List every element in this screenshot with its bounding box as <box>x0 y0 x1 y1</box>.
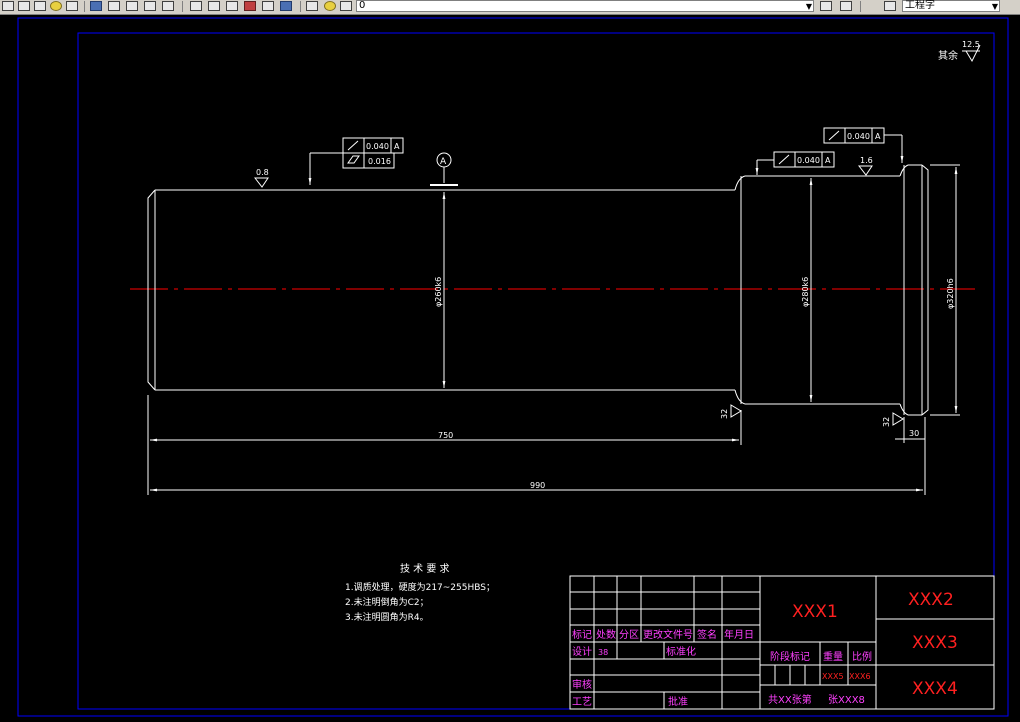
markup-icon[interactable] <box>244 0 256 12</box>
roughness-other: 其余 12.5 <box>938 40 981 63</box>
outer-frame <box>17 17 1009 717</box>
chevron-down-icon[interactable]: ▼ <box>992 2 998 12</box>
layer-previous-icon[interactable] <box>340 0 352 12</box>
layer-combo[interactable]: 0 ▼ <box>356 0 814 12</box>
roughness-left-value: 0.8 <box>256 168 269 177</box>
len-750-label: 750 <box>438 431 453 440</box>
zoom-realtime-icon[interactable] <box>126 0 138 12</box>
tb-design-val: 38 <box>598 648 608 657</box>
tech-line-1: 1.调质处理，硬度为217~255HBS； <box>345 581 495 593</box>
tb-check: 审核 <box>572 678 592 691</box>
tb-process: 工艺 <box>572 696 592 708</box>
tb-h-mark: 标记 <box>572 629 592 641</box>
cad-toolbar: 0 ▼ 工程字 ▼ <box>0 0 1020 15</box>
zoom-window-icon[interactable] <box>144 0 156 12</box>
tb-xxx6: XXX6 <box>849 672 871 681</box>
zoom-previous-icon[interactable] <box>162 0 174 12</box>
match-properties-icon[interactable] <box>2 0 14 12</box>
len-990-label: 990 <box>530 481 545 490</box>
dia-left-label: φ260k6 <box>434 277 443 307</box>
paste-icon[interactable] <box>34 0 46 12</box>
toolbar-separator <box>84 1 85 12</box>
tb-sheets: 共XX张第 <box>768 693 812 706</box>
fcf-mid: 0.040 A <box>755 151 835 175</box>
tol-mid-runout-datum: A <box>825 156 831 165</box>
tb-weight: 重量 <box>823 650 843 663</box>
tb-xxx3: XXX3 <box>912 633 958 653</box>
layer-manager-icon[interactable] <box>306 0 318 12</box>
tb-h-date: 年月日 <box>724 628 754 641</box>
tb-xxx2: XXX2 <box>908 590 954 610</box>
tb-h-zone: 分区 <box>619 629 639 641</box>
tb-h-sign: 签名 <box>697 628 717 641</box>
roughness-left: 0.8 <box>253 168 269 188</box>
tb-xxx1: XXX1 <box>792 602 838 622</box>
toolbar-separator <box>300 1 301 12</box>
tb-scale: 比例 <box>852 650 872 663</box>
tb-xxx4: XXX4 <box>912 679 958 699</box>
tol-mid-runout: 0.040 <box>797 156 820 165</box>
roughness-32-a-value: 32 <box>720 409 729 419</box>
dim-style-icon[interactable] <box>884 0 896 12</box>
tb-h-doc: 更改文件号 <box>643 628 693 641</box>
roughness-other-value: 12.5 <box>962 40 980 49</box>
tb-std: 标准化 <box>666 645 696 658</box>
text-style-value: 工程字 <box>905 0 935 11</box>
roughness-32-a: 32 <box>720 404 742 419</box>
redo-icon[interactable] <box>90 0 102 12</box>
roughness-32-b-value: 32 <box>882 417 891 427</box>
tb-approve: 批准 <box>668 695 688 708</box>
tech-line-3: 3.未注明圆角为R4。 <box>345 611 429 623</box>
fcf-left: 0.040 A 0.016 <box>308 137 404 185</box>
calculator-icon[interactable] <box>262 0 274 12</box>
tb-stage: 阶段标记 <box>770 650 810 663</box>
properties-icon[interactable] <box>190 0 202 12</box>
toolbar-separator <box>860 1 861 12</box>
roughness-right-value: 1.6 <box>860 156 873 165</box>
tol-right-runout: 0.040 <box>847 132 870 141</box>
brush-icon[interactable] <box>50 0 62 12</box>
tech-title: 技 术 要 求 <box>400 562 450 575</box>
tol-left-cyl: 0.016 <box>368 157 391 166</box>
layer-tools-icon[interactable] <box>820 0 832 12</box>
pan-icon[interactable] <box>108 0 120 12</box>
dim-dia-right: φ320h6 <box>930 164 960 416</box>
tb-xxx5: XXX5 <box>822 672 844 681</box>
dim-dia-mid: φ280k6 <box>801 178 813 402</box>
tech-requirements: 技 术 要 求 1.调质处理，硬度为217~255HBS； 2.未注明倒角为C2… <box>345 562 495 623</box>
design-center-icon[interactable] <box>208 0 220 12</box>
dia-mid-label: φ280k6 <box>801 277 810 307</box>
dim-750: 750 <box>147 395 742 495</box>
tb-design: 设计 <box>572 645 592 658</box>
len-30-label: 30 <box>909 429 919 438</box>
dim-990: 990 <box>150 417 926 495</box>
layer-walk-icon[interactable] <box>840 0 852 12</box>
help-icon[interactable] <box>280 0 292 12</box>
chevron-down-icon[interactable]: ▼ <box>806 2 812 12</box>
dim-dia-left: φ260k6 <box>434 192 446 388</box>
layer-state-icon[interactable] <box>324 0 336 12</box>
dia-right-label: φ320h6 <box>946 278 955 309</box>
tol-left-runout-datum: A <box>394 142 400 151</box>
text-style-combo[interactable]: 工程字 ▼ <box>902 0 1000 12</box>
tb-h-count: 处数 <box>596 628 616 641</box>
roughness-other-label: 其余 <box>938 49 958 62</box>
copy-icon[interactable] <box>18 0 30 12</box>
roughness-32-b: 32 <box>882 412 904 427</box>
title-block-text: XXX1 XXX2 XXX3 XXX4 XXX5 XXX6 共XX张第 张XXX… <box>572 590 958 708</box>
datum-label: A <box>440 157 447 167</box>
undo-icon[interactable] <box>66 0 78 12</box>
tech-line-2: 2.未注明倒角为C2； <box>345 596 429 608</box>
tool-palettes-icon[interactable] <box>226 0 238 12</box>
toolbar-separator <box>182 1 183 12</box>
roughness-right: 1.6 <box>857 156 873 176</box>
tol-right-runout-datum: A <box>875 132 881 141</box>
drawing-svg: 其余 12.5 φ260k6 φ280k6 φ320h6 750 990 30 … <box>17 17 1009 717</box>
tol-left-runout: 0.040 <box>366 142 389 151</box>
datum-a: A <box>430 152 458 186</box>
drawing-canvas[interactable]: 其余 12.5 φ260k6 φ280k6 φ320h6 750 990 30 … <box>0 15 1020 718</box>
tb-sheets-b: 张XXX8 <box>828 694 865 706</box>
layer-combo-value: 0 <box>359 0 366 11</box>
